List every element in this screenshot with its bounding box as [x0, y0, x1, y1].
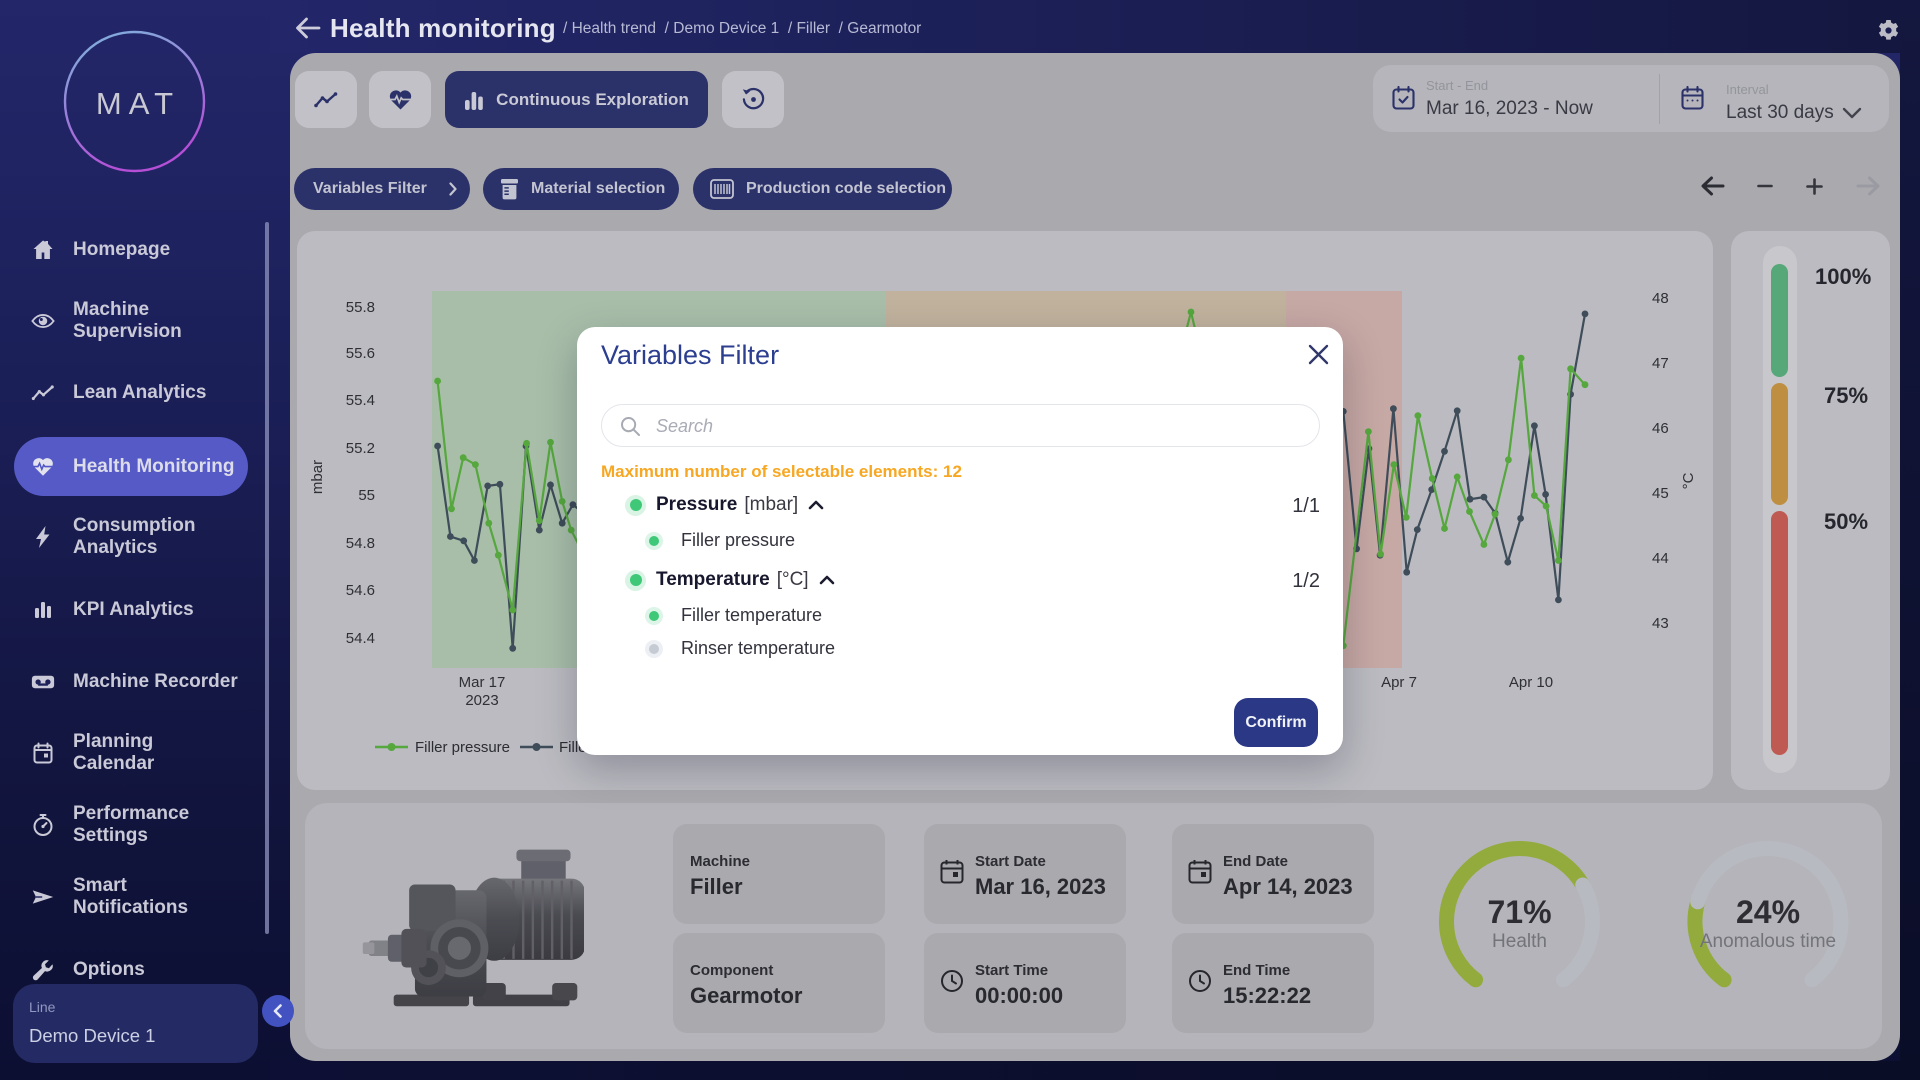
svg-text:Anomalous time: Anomalous time: [1700, 931, 1836, 952]
svg-text:44: 44: [1652, 550, 1669, 567]
svg-text:47: 47: [1652, 355, 1669, 372]
svg-text:55.2: 55.2: [346, 440, 375, 457]
svg-text:55.6: 55.6: [346, 345, 375, 362]
svg-text:43: 43: [1652, 615, 1669, 632]
svg-text:54.4: 54.4: [346, 630, 375, 647]
svg-text:50%: 50%: [1824, 509, 1868, 534]
svg-text:°C: °C: [1680, 472, 1697, 489]
svg-text:24%: 24%: [1736, 894, 1800, 930]
svg-text:Mar 17: Mar 17: [459, 674, 506, 691]
svg-text:55.4: 55.4: [346, 392, 375, 409]
svg-text:Health: Health: [1492, 931, 1547, 952]
svg-text:Filler pressure: Filler pressure: [415, 739, 510, 756]
svg-text:54.6: 54.6: [346, 582, 375, 599]
svg-text:45: 45: [1652, 485, 1669, 502]
svg-text:Apr 10: Apr 10: [1509, 674, 1553, 691]
svg-text:46: 46: [1652, 420, 1669, 437]
svg-text:100%: 100%: [1815, 264, 1871, 289]
svg-text:2023: 2023: [465, 692, 498, 709]
svg-text:55.8: 55.8: [346, 299, 375, 316]
svg-text:55: 55: [358, 487, 375, 504]
svg-text:75%: 75%: [1824, 383, 1868, 408]
svg-text:Apr 7: Apr 7: [1381, 674, 1417, 691]
svg-text:mbar: mbar: [309, 460, 326, 494]
svg-text:48: 48: [1652, 290, 1669, 307]
svg-text:MAT: MAT: [96, 86, 180, 121]
svg-text:54.8: 54.8: [346, 535, 375, 552]
svg-text:71%: 71%: [1487, 894, 1551, 930]
